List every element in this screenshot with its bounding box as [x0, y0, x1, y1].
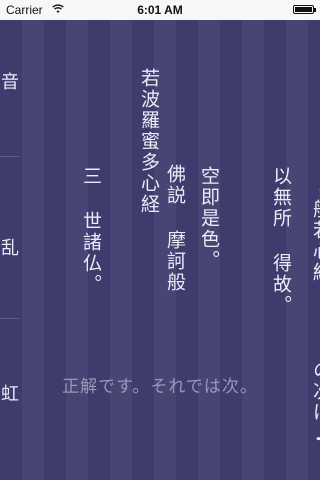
feedback-message: 正解です。それでは次。 — [62, 377, 258, 397]
column-text: 以無所 得故。 — [270, 166, 292, 316]
column-text: 佛説 摩訶般 — [164, 164, 186, 293]
column-text: 三 世諸仏。 — [80, 166, 102, 295]
sutra-column-2[interactable]: 以無所 得故。 — [242, 70, 320, 316]
divider — [0, 156, 20, 157]
column-text: 若波羅蜜多心経 — [138, 68, 160, 215]
left-edge-column[interactable]: 音 乱 虹 — [0, 20, 22, 480]
status-bar: Carrier 6:01 AM — [0, 0, 320, 20]
edge-char: 音 — [1, 72, 19, 93]
sutra-column-5[interactable]: 三 世諸仏。 — [52, 70, 130, 295]
battery-icon — [293, 5, 316, 14]
divider — [0, 318, 20, 319]
quiz-screen: Carrier 6:01 AM 音 乱 虹 1般若心経。 の次は♪ 以無所 得故… — [0, 0, 320, 480]
clock: 6:01 AM — [137, 3, 183, 17]
edge-char: 乱 — [1, 238, 19, 259]
